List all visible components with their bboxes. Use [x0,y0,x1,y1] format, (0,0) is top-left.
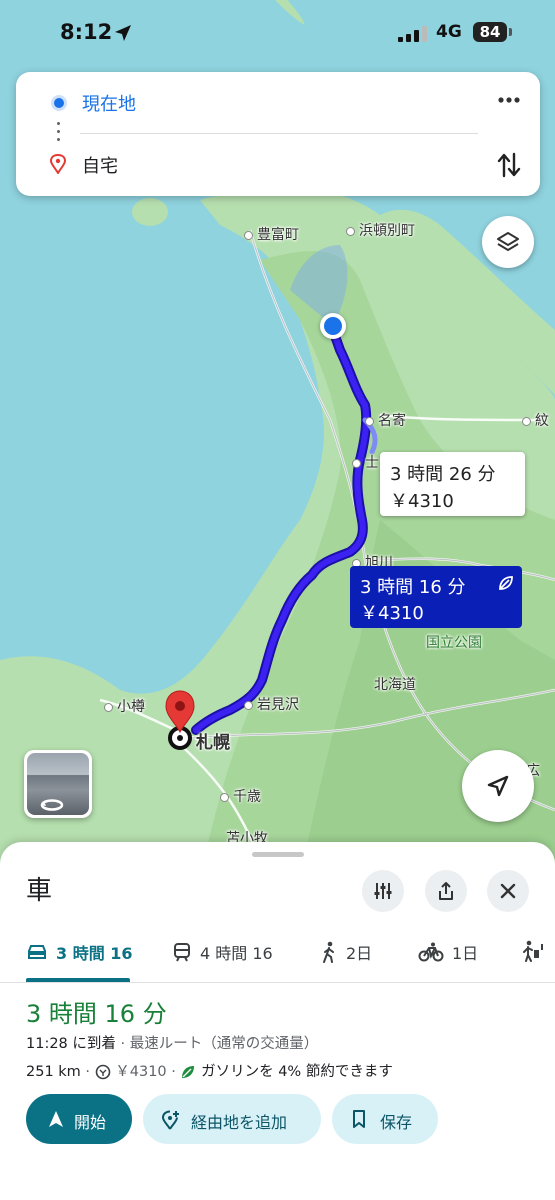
car-icon [28,945,46,959]
route-distance: 251 km [26,1064,81,1080]
bike-icon [418,942,444,962]
ride-icon [523,940,543,962]
travel-mode-title: 車 [26,876,53,906]
main-route-time: 3 時間 16 分 [360,577,466,598]
tune-options-icon [374,883,392,899]
tab-transit[interactable]: 4 時間 16 [172,940,273,970]
arrival-info: 11:28 に到着 · 最速ルート（通常の交通量） [26,1032,318,1053]
network-type: 4G [436,22,462,42]
route-description: · 最速ルート（通常の交通量） [115,1036,319,1052]
save-route-button[interactable]: 保存 [332,1094,438,1144]
tab-more-modes[interactable] [520,940,552,970]
route-toll: ￥4310 [115,1064,167,1080]
arrival-time: 11:28 に到着 [26,1036,116,1052]
map-label-shibetsu: 士 [352,452,379,472]
map-label-nayoro: 名寄 [365,410,406,430]
train-icon [174,943,190,962]
directions-bottom-sheet: 車 3 時間 16 4 時間 16 2日 1日 3 時間 16 分 11:28 … [0,842,555,1200]
battery-indicator: 84 [473,22,512,42]
navigation-arrow-icon [487,775,509,797]
more-options-button[interactable] [494,88,524,112]
add-waypoint-label: 経由地を追加 [191,1113,288,1132]
start-navigation-button[interactable]: 開始 [26,1094,132,1144]
route-duration: 3 時間 16 分 [26,1000,167,1028]
eco-leaf-icon [182,1066,195,1078]
status-bar: 8:12 4G 84 [0,0,555,64]
route-dots-icon [57,122,61,146]
alt-route-time: 3 時間 26 分 [390,464,496,485]
destination-marker [162,690,198,750]
share-button[interactable] [425,870,467,912]
route-card-divider [80,133,478,134]
eco-leaf-icon [499,576,513,590]
close-button[interactable] [487,870,529,912]
destination-pin-icon [50,154,66,174]
map-label-hamatonbetsu: 浜頓別町 [346,220,415,240]
walk-icon [323,941,334,963]
sheet-drag-handle[interactable] [252,852,304,857]
cellular-signal-icon [398,26,427,42]
navigation-arrow-icon [49,1111,63,1127]
map-label-iwamizawa: 岩見沢 [244,694,299,714]
map-label-chitose: 千歳 [220,786,261,806]
map-label-national-park: 国立公園 [426,635,482,651]
route-input-card: 現在地 自宅 [16,72,540,196]
save-label: 保存 [380,1113,413,1132]
tab-car[interactable]: 3 時間 16 [26,940,133,970]
eco-savings-note: ガソリンを 4% 節約できます [201,1064,393,1080]
layers-icon [497,232,519,251]
origin-field[interactable]: 現在地 [82,90,136,116]
map-label-hokkaido: 北海道 [374,677,416,693]
origin-dot-icon [54,98,64,108]
bookmark-icon [353,1110,365,1128]
close-icon [500,883,516,899]
map-label-toyotomi: 豊富町 [244,224,299,244]
add-waypoint-button[interactable]: 経由地を追加 [143,1094,321,1144]
route-details: 251 km · ￥4310 · ガソリンを 4% 節約できます [26,1064,393,1080]
my-location-button[interactable] [462,750,534,822]
route-options-button[interactable] [362,870,404,912]
destination-field[interactable]: 自宅 [82,152,118,178]
status-time: 8:12 [60,20,113,44]
start-label: 開始 [74,1113,107,1132]
layers-button[interactable] [482,216,534,268]
street-view-thumbnail[interactable] [24,750,92,818]
location-arrow-icon [115,25,131,41]
travel-mode-tabs: 3 時間 16 4 時間 16 2日 1日 [0,932,555,983]
street-view-rotate-icon [40,799,64,811]
map-label-sapporo: 札幌 [196,733,230,753]
swap-route-icon[interactable] [496,150,522,180]
toll-icon [95,1064,110,1080]
add-location-icon [161,1110,179,1130]
current-location-marker [320,313,346,339]
main-route-toll: ￥4310 [360,603,424,624]
tab-bike[interactable]: 1日 [418,940,478,970]
active-tab-indicator [26,978,130,982]
map-label-otaru: 小樽 [104,696,145,716]
alt-route-toll: ￥4310 [390,491,454,512]
route-callout-alternative[interactable]: 3 時間 26 分 ￥4310 [380,452,525,516]
tab-walk[interactable]: 2日 [320,940,372,970]
route-callout-selected[interactable]: 3 時間 16 分 ￥4310 [350,566,522,628]
map-label-mombetsu: 紋 [522,410,549,430]
share-icon [439,882,453,900]
more-horizontal-icon [498,97,520,103]
